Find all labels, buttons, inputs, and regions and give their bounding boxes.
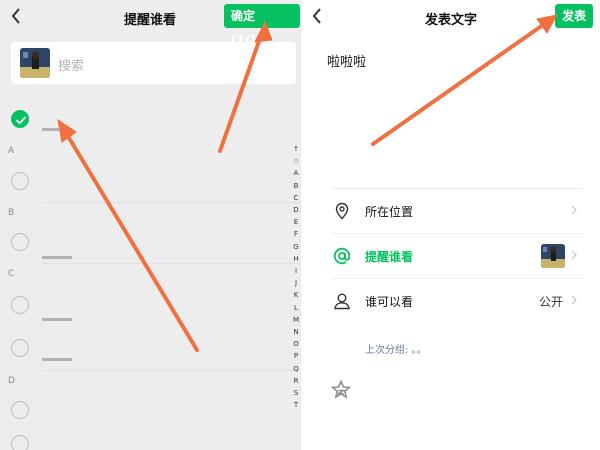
publish-button[interactable]: 发表 bbox=[555, 4, 594, 28]
index-letter[interactable]: F bbox=[292, 228, 300, 240]
alphabet-index[interactable]: ↑ ☆ A B C D E F G H I J K L M N O P Q R … bbox=[292, 143, 300, 411]
index-letter[interactable]: K bbox=[292, 289, 300, 301]
index-letter[interactable]: E bbox=[292, 216, 300, 228]
row-divider bbox=[42, 202, 300, 203]
index-letter[interactable]: N bbox=[292, 326, 300, 338]
who-can-see-option[interactable]: 谁可以看 公开 bbox=[301, 279, 600, 323]
index-letter[interactable]: J bbox=[292, 277, 300, 289]
index-letter[interactable]: G bbox=[292, 241, 300, 253]
avatar bbox=[541, 244, 565, 268]
index-letter[interactable]: M bbox=[292, 314, 300, 326]
contact-checkbox[interactable] bbox=[11, 233, 29, 251]
who-can-see-label: 谁可以看 bbox=[365, 295, 414, 309]
index-letter[interactable]: S bbox=[292, 387, 300, 399]
remind-who-label: 提醒谁看 bbox=[365, 250, 414, 264]
index-letter[interactable]: T bbox=[292, 399, 300, 411]
person-icon bbox=[334, 293, 350, 310]
contact-checkbox[interactable] bbox=[11, 435, 29, 450]
section-letter-b: B bbox=[8, 208, 15, 218]
section-letter-d: D bbox=[8, 376, 15, 386]
index-letter[interactable]: O bbox=[292, 338, 300, 350]
chevron-right-icon bbox=[571, 295, 577, 305]
last-group-text: 上次分组: 。。 bbox=[365, 345, 427, 356]
index-letter[interactable]: B bbox=[292, 180, 300, 192]
index-letter[interactable]: Q bbox=[292, 363, 300, 375]
contact-checkbox[interactable] bbox=[11, 172, 29, 190]
contact-checkbox-checked[interactable] bbox=[11, 110, 29, 128]
index-letter[interactable]: A bbox=[292, 167, 300, 179]
search-input[interactable]: 搜索 bbox=[11, 42, 296, 84]
visibility-value: 公开 bbox=[538, 295, 563, 309]
search-placeholder: 搜索 bbox=[58, 59, 85, 74]
index-letter[interactable]: L bbox=[292, 302, 300, 314]
row-divider bbox=[42, 263, 300, 264]
index-letter[interactable]: D bbox=[292, 204, 300, 216]
section-letter-c: C bbox=[8, 269, 15, 279]
remind-who-option[interactable]: 提醒谁看 bbox=[301, 234, 600, 278]
contact-checkbox[interactable] bbox=[11, 401, 29, 419]
contact-checkbox[interactable] bbox=[11, 296, 29, 314]
contact-avatar bbox=[42, 358, 72, 361]
index-letter[interactable]: R bbox=[292, 375, 300, 387]
location-option[interactable]: 所在位置 bbox=[301, 189, 600, 233]
favorite-star-icon[interactable] bbox=[331, 380, 351, 400]
left-header: 提醒谁看 确定(1/10) bbox=[0, 0, 300, 47]
confirm-button[interactable]: 确定(1/10) bbox=[224, 4, 300, 47]
index-letter[interactable]: C bbox=[292, 192, 300, 204]
index-letter[interactable]: H bbox=[292, 253, 300, 265]
contact-avatar bbox=[42, 128, 72, 131]
contact-avatar bbox=[42, 318, 72, 321]
chevron-right-icon bbox=[571, 250, 577, 260]
at-icon bbox=[333, 247, 351, 265]
index-letter[interactable]: P bbox=[292, 350, 300, 362]
contact-checkbox[interactable] bbox=[11, 339, 29, 357]
chevron-right-icon bbox=[571, 205, 577, 215]
index-letter[interactable]: ↑ bbox=[292, 143, 300, 155]
contact-avatar bbox=[42, 256, 72, 259]
section-letter-a: A bbox=[8, 146, 15, 156]
post-text-input[interactable]: 啦啦啦 bbox=[327, 51, 366, 70]
location-label: 所在位置 bbox=[365, 205, 414, 219]
remind-who-panel: 提醒谁看 确定(1/10) 搜索 A B C D ↑ ☆ A B C D E F… bbox=[0, 0, 300, 450]
right-header: 发表文字 发表 bbox=[301, 0, 600, 34]
row-divider bbox=[42, 370, 300, 371]
location-pin-icon bbox=[335, 202, 349, 220]
check-icon bbox=[15, 116, 27, 125]
avatar bbox=[20, 48, 50, 78]
index-letter[interactable]: ☆ bbox=[292, 155, 300, 167]
index-letter[interactable]: I bbox=[292, 265, 300, 277]
